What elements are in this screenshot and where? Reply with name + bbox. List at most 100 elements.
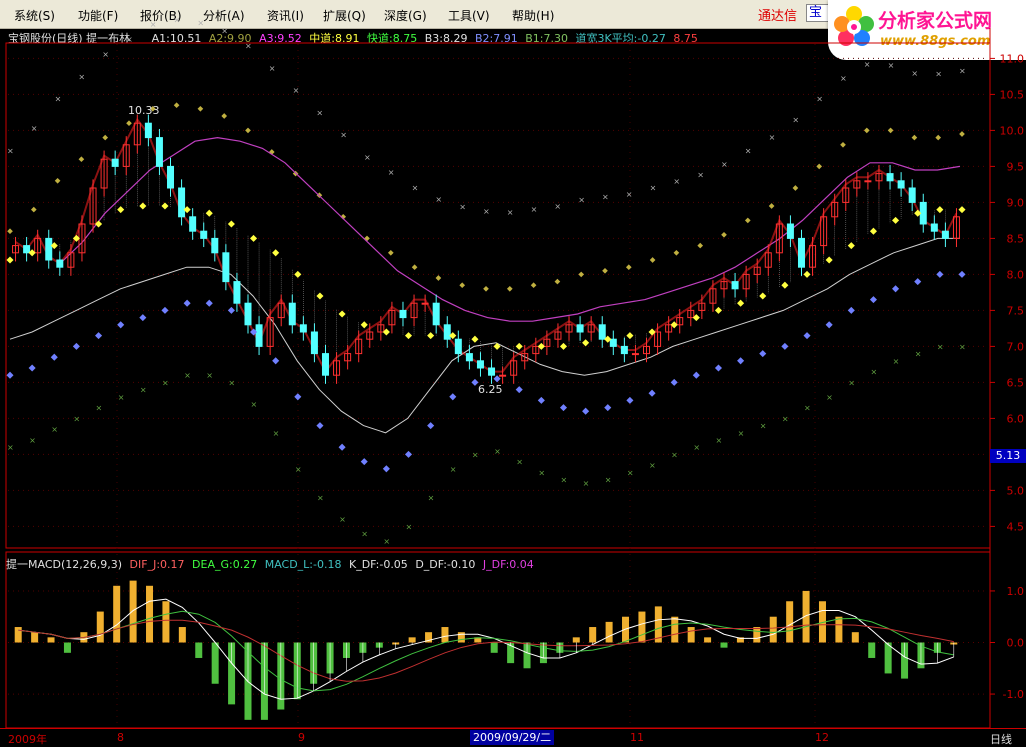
candle-body bbox=[399, 309, 407, 319]
lower-dot bbox=[427, 422, 435, 430]
macd-bar bbox=[408, 637, 416, 643]
white-line bbox=[9, 237, 960, 434]
outer-cross: × bbox=[221, 26, 228, 35]
lower-dot bbox=[139, 314, 147, 322]
price-axis: 11.010.510.09.59.08.58.07.57.06.56.05.55… bbox=[990, 52, 1024, 701]
mid-dot bbox=[161, 202, 169, 210]
upper-dot bbox=[721, 231, 727, 238]
upper-dot bbox=[578, 271, 585, 278]
outer-cross-lower: × bbox=[782, 414, 789, 423]
upper-dot bbox=[126, 120, 132, 127]
candle-body bbox=[930, 223, 938, 232]
outer-cross: × bbox=[483, 207, 490, 216]
lower-dot bbox=[117, 321, 125, 329]
lower-dot bbox=[316, 422, 324, 430]
macd-bar bbox=[638, 611, 646, 643]
mid-dot bbox=[781, 281, 789, 289]
lower-dot bbox=[648, 389, 656, 397]
date-dec: 12 bbox=[815, 731, 829, 744]
macd-bar bbox=[63, 642, 71, 653]
upper-dot bbox=[625, 264, 632, 271]
lower-dot bbox=[847, 306, 855, 314]
candle-body bbox=[178, 187, 186, 218]
lower-dot bbox=[338, 443, 346, 451]
lower-dot bbox=[737, 357, 745, 365]
outer-cross-lower: × bbox=[627, 468, 634, 477]
outer-cross-lower: × bbox=[937, 342, 944, 351]
price-tick-label: 5.0 bbox=[1007, 484, 1025, 497]
upper-dot bbox=[387, 249, 394, 256]
upper-dot bbox=[411, 264, 418, 271]
upper-dot bbox=[7, 228, 13, 235]
mid-dot bbox=[559, 342, 568, 350]
lower-dot bbox=[537, 396, 545, 404]
outer-cross: × bbox=[792, 116, 799, 125]
outer-cross: × bbox=[697, 170, 704, 179]
upper-dot bbox=[245, 127, 251, 134]
candle-body bbox=[288, 302, 296, 326]
candle-body bbox=[609, 338, 617, 347]
candle-body bbox=[631, 353, 639, 356]
mid-dot bbox=[205, 209, 213, 217]
price-tick-label: 11.0 bbox=[1000, 52, 1025, 65]
cursor-date: 2009/09/29/二 bbox=[470, 730, 555, 745]
macd-tick-label: 1.0 bbox=[1007, 585, 1025, 598]
outer-cross-lower: × bbox=[29, 436, 36, 445]
lower-dot bbox=[803, 332, 811, 340]
macd-bar bbox=[671, 616, 679, 643]
mid-dot bbox=[737, 299, 745, 307]
macd-bar bbox=[884, 642, 892, 674]
macd-bar bbox=[851, 632, 859, 643]
lower-dot bbox=[604, 404, 612, 412]
lower-dot bbox=[227, 306, 235, 314]
mid-dot bbox=[294, 270, 302, 278]
candle-body bbox=[144, 122, 152, 139]
macd-bar bbox=[441, 627, 449, 643]
lower-dot bbox=[382, 465, 390, 473]
candle-body bbox=[476, 360, 484, 369]
price-chart[interactable]: × × × × × × × × × × × × × × × × × × × × × × × × × × × × × × × × × × × × × × × ×… bbox=[0, 0, 1026, 745]
macd-bar bbox=[769, 616, 777, 643]
lower-dot bbox=[670, 378, 678, 386]
candle-body bbox=[321, 353, 329, 376]
upper-dot bbox=[173, 102, 180, 109]
macd-bar bbox=[868, 642, 876, 658]
candle-body bbox=[233, 281, 241, 304]
outer-cross-lower: × bbox=[428, 494, 435, 503]
mid-dot bbox=[582, 339, 590, 347]
outer-cross-lower: × bbox=[361, 530, 368, 539]
outer-cross: × bbox=[316, 108, 323, 117]
candle-body bbox=[908, 187, 916, 203]
upper-dot bbox=[102, 134, 109, 141]
candle-body bbox=[786, 223, 794, 239]
outer-cross-lower: × bbox=[848, 378, 855, 387]
outer-cross: × bbox=[578, 196, 585, 205]
candle-body bbox=[310, 331, 318, 355]
lower-dot bbox=[272, 357, 280, 365]
upper-dot bbox=[530, 282, 537, 289]
outer-cross-lower: × bbox=[715, 436, 722, 445]
outer-cross-lower: × bbox=[273, 429, 280, 438]
candle-body bbox=[620, 345, 628, 355]
upper-dot bbox=[54, 177, 61, 184]
mid-dot bbox=[936, 206, 944, 214]
macd-bar bbox=[113, 585, 121, 643]
outer-cross: × bbox=[531, 205, 538, 214]
outer-cross-lower: × bbox=[915, 350, 922, 359]
macd-bar bbox=[720, 642, 728, 648]
candle-body bbox=[797, 237, 805, 268]
main-frame bbox=[5, 42, 991, 549]
upper-dot bbox=[197, 105, 204, 112]
macd-bar bbox=[211, 642, 219, 684]
date-nov: 11 bbox=[630, 731, 644, 744]
candle-body bbox=[886, 173, 894, 182]
outer-band-crosses: × × × × × × × × × × × × × × × × × × × × × × × × × × × × × × × × × × × × × × × ×… bbox=[7, 16, 966, 546]
mid-dot bbox=[249, 234, 258, 242]
mid-dot bbox=[316, 292, 324, 300]
upper-dot bbox=[459, 282, 466, 289]
outer-cross-lower: × bbox=[538, 468, 545, 477]
lower-dot bbox=[205, 299, 213, 307]
outer-cross-lower: × bbox=[560, 476, 567, 485]
candle-body bbox=[211, 237, 219, 254]
outer-cross: × bbox=[174, 16, 181, 25]
